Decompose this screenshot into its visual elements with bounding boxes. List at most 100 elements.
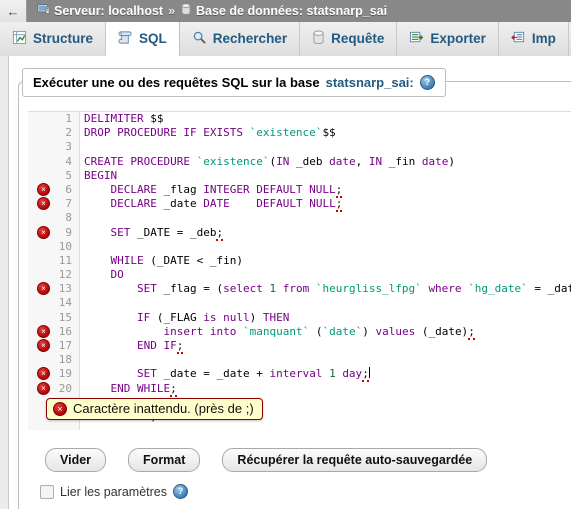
clear-button[interactable]: Vider (45, 448, 107, 472)
editor-line[interactable]: × 9 SET _DATE = _deb; (28, 225, 571, 241)
syntax-error-message: Caractère inattendu. (près de ;) (73, 401, 254, 416)
tab-rechercher-label: Rechercher (212, 31, 288, 47)
search-icon (192, 30, 207, 48)
line-number: 11 (58, 253, 72, 267)
line-number: 19 (58, 367, 72, 381)
editor-line[interactable]: 4 CREATE PROCEDURE `existence`(IN _deb da… (28, 155, 571, 169)
database-label[interactable]: Base de données: statsnarp_sai (196, 4, 387, 18)
line-source: SET _flag = (select 1 from `heurgliss_lf… (136, 282, 571, 296)
line-source: SET _DATE = _deb; (110, 225, 224, 241)
editor-line[interactable]: × 17 END IF; (28, 339, 571, 354)
editor-line[interactable]: 5 BEGIN (28, 169, 571, 183)
line-number: 16 (58, 324, 72, 338)
line-number: 20 (58, 381, 72, 395)
tab-structure-label: Structure (33, 31, 94, 47)
tab-exporter[interactable]: Exporter (397, 22, 499, 56)
breadcrumb-bar: ← Serveur: localhost » Base de données: … (0, 0, 571, 23)
tab-bar: Structure SQL Rechercher Requête Exporte… (0, 22, 571, 57)
tab-importer[interactable]: Imp (499, 22, 569, 56)
line-number: 13 (58, 282, 72, 296)
breadcrumb: Serveur: localhost » Base de données: st… (27, 3, 387, 19)
server-label[interactable]: Serveur: localhost (54, 4, 163, 18)
line-source: END WHILE; (110, 381, 177, 397)
line-number: 14 (58, 296, 72, 310)
line-number: 15 (58, 310, 72, 324)
line-number: 7 (65, 197, 72, 211)
line-number: 9 (65, 225, 72, 239)
tab-requete-label: Requête (331, 31, 385, 47)
line-source: DELIMITER $$ (84, 112, 164, 125)
line-source: IF (_FLAG is null) THEN (136, 310, 290, 324)
editor-line[interactable]: × 16 insert into `manquant` (`date`) valu… (28, 324, 571, 340)
editor-code-area[interactable]: 1 DELIMITER $$ 2 DROP PROCEDURE IF EXISTS `… (28, 112, 571, 424)
back-arrow-icon: ← (6, 3, 20, 19)
editor-line[interactable]: × 7 DECLARE _date DATE DEFAULT NULL; (28, 197, 571, 213)
editor-line[interactable]: 11 WHILE (_DATE < _fin) (28, 254, 571, 268)
legend-text: Exécuter une ou des requêtes SQL sur la … (33, 75, 320, 90)
line-source: DECLARE _date DATE DEFAULT NULL; (110, 197, 343, 213)
error-icon: × (53, 401, 67, 416)
editor-line[interactable]: 15 IF (_FLAG is null) THEN (28, 311, 571, 325)
line-source: DROP PROCEDURE IF EXISTS `existence`$$ (84, 126, 336, 140)
restore-autosaved-query-button[interactable]: Récupérer la requête auto-sauvegardée (222, 448, 488, 472)
editor-line[interactable]: 10 (28, 240, 571, 254)
line-source: SET _date = _date + interval 1 day; (136, 367, 370, 383)
line-number: 6 (65, 182, 72, 196)
syntax-error-tooltip: × Caractère inattendu. (près de ;) (46, 398, 263, 420)
sql-panel: Exécuter une ou des requêtes SQL sur la … (0, 56, 571, 509)
line-source: DECLARE _flag INTEGER DEFAULT NULL; (110, 182, 343, 198)
editor-line[interactable]: 8 (28, 211, 571, 225)
sql-code-editor[interactable]: 1 DELIMITER $$ 2 DROP PROCEDURE IF EXISTS `… (28, 111, 571, 430)
line-source: WHILE (_DATE < _fin) (110, 253, 243, 267)
bind-parameters-label: Lier les paramètres (60, 484, 167, 499)
editor-line[interactable]: × 20 END WHILE; (28, 381, 571, 397)
editor-line[interactable]: × 6 DECLARE _flag INTEGER DEFAULT NULL; (28, 182, 571, 198)
bind-parameters-help-icon[interactable]: ? (173, 484, 188, 499)
bind-parameters-row: Lier les paramètres ? (40, 484, 188, 499)
line-number: 8 (65, 211, 72, 225)
format-button[interactable]: Format (128, 448, 201, 472)
export-icon (409, 30, 424, 48)
line-source: BEGIN (84, 168, 118, 182)
bind-parameters-checkbox[interactable] (40, 484, 54, 499)
editor-line[interactable]: 2 DROP PROCEDURE IF EXISTS `existence`$$ (28, 126, 571, 140)
editor-line[interactable]: × 13 SET _flag = (select 1 from `heurglis… (28, 282, 571, 296)
editor-line[interactable]: 18 (28, 353, 571, 367)
line-source: END IF; (136, 339, 184, 354)
line-number: 12 (58, 268, 72, 282)
help-icon[interactable]: ? (419, 75, 435, 90)
legend-db-name: statsnarp_sai: (325, 75, 414, 90)
editor-line[interactable]: 14 (28, 296, 571, 310)
editor-line[interactable]: 12 DO (28, 268, 571, 282)
sql-icon (118, 30, 133, 48)
database-icon (180, 3, 192, 19)
tab-sql-label: SQL (139, 31, 167, 47)
breadcrumb-separator: » (168, 4, 176, 18)
editor-button-row: Vider Format Récupérer la requête auto-s… (45, 448, 488, 472)
editor-line[interactable]: × 19 SET _date = _date + interval 1 day; (28, 367, 571, 383)
tab-sql[interactable]: SQL (106, 22, 180, 56)
tab-importer-label: Imp (531, 31, 556, 47)
server-icon (37, 3, 50, 19)
back-button[interactable]: ← (0, 0, 27, 22)
line-number: 3 (65, 140, 72, 154)
import-icon (511, 30, 526, 48)
line-number: 10 (58, 239, 72, 253)
line-number: 4 (65, 154, 72, 168)
left-rail (0, 56, 9, 509)
line-number: 1 (65, 112, 72, 125)
editor-line[interactable]: 3 (28, 140, 571, 154)
line-number: 18 (58, 353, 72, 367)
query-icon (312, 30, 325, 48)
structure-icon (12, 30, 27, 48)
line-source: CREATE PROCEDURE `existence`(IN _deb dat… (84, 154, 455, 168)
line-source: insert into `manquant` (`date`) values (… (163, 324, 475, 340)
tab-requete[interactable]: Requête (300, 22, 398, 56)
tab-structure[interactable]: Structure (0, 22, 107, 56)
line-number: 17 (58, 339, 72, 352)
tab-rechercher[interactable]: Rechercher (180, 22, 301, 56)
line-source: DO (110, 268, 124, 282)
fieldset-legend: Exécuter une ou des requêtes SQL sur la … (22, 68, 446, 97)
line-number: 5 (65, 168, 72, 182)
editor-line[interactable]: 1 DELIMITER $$ (28, 112, 571, 126)
